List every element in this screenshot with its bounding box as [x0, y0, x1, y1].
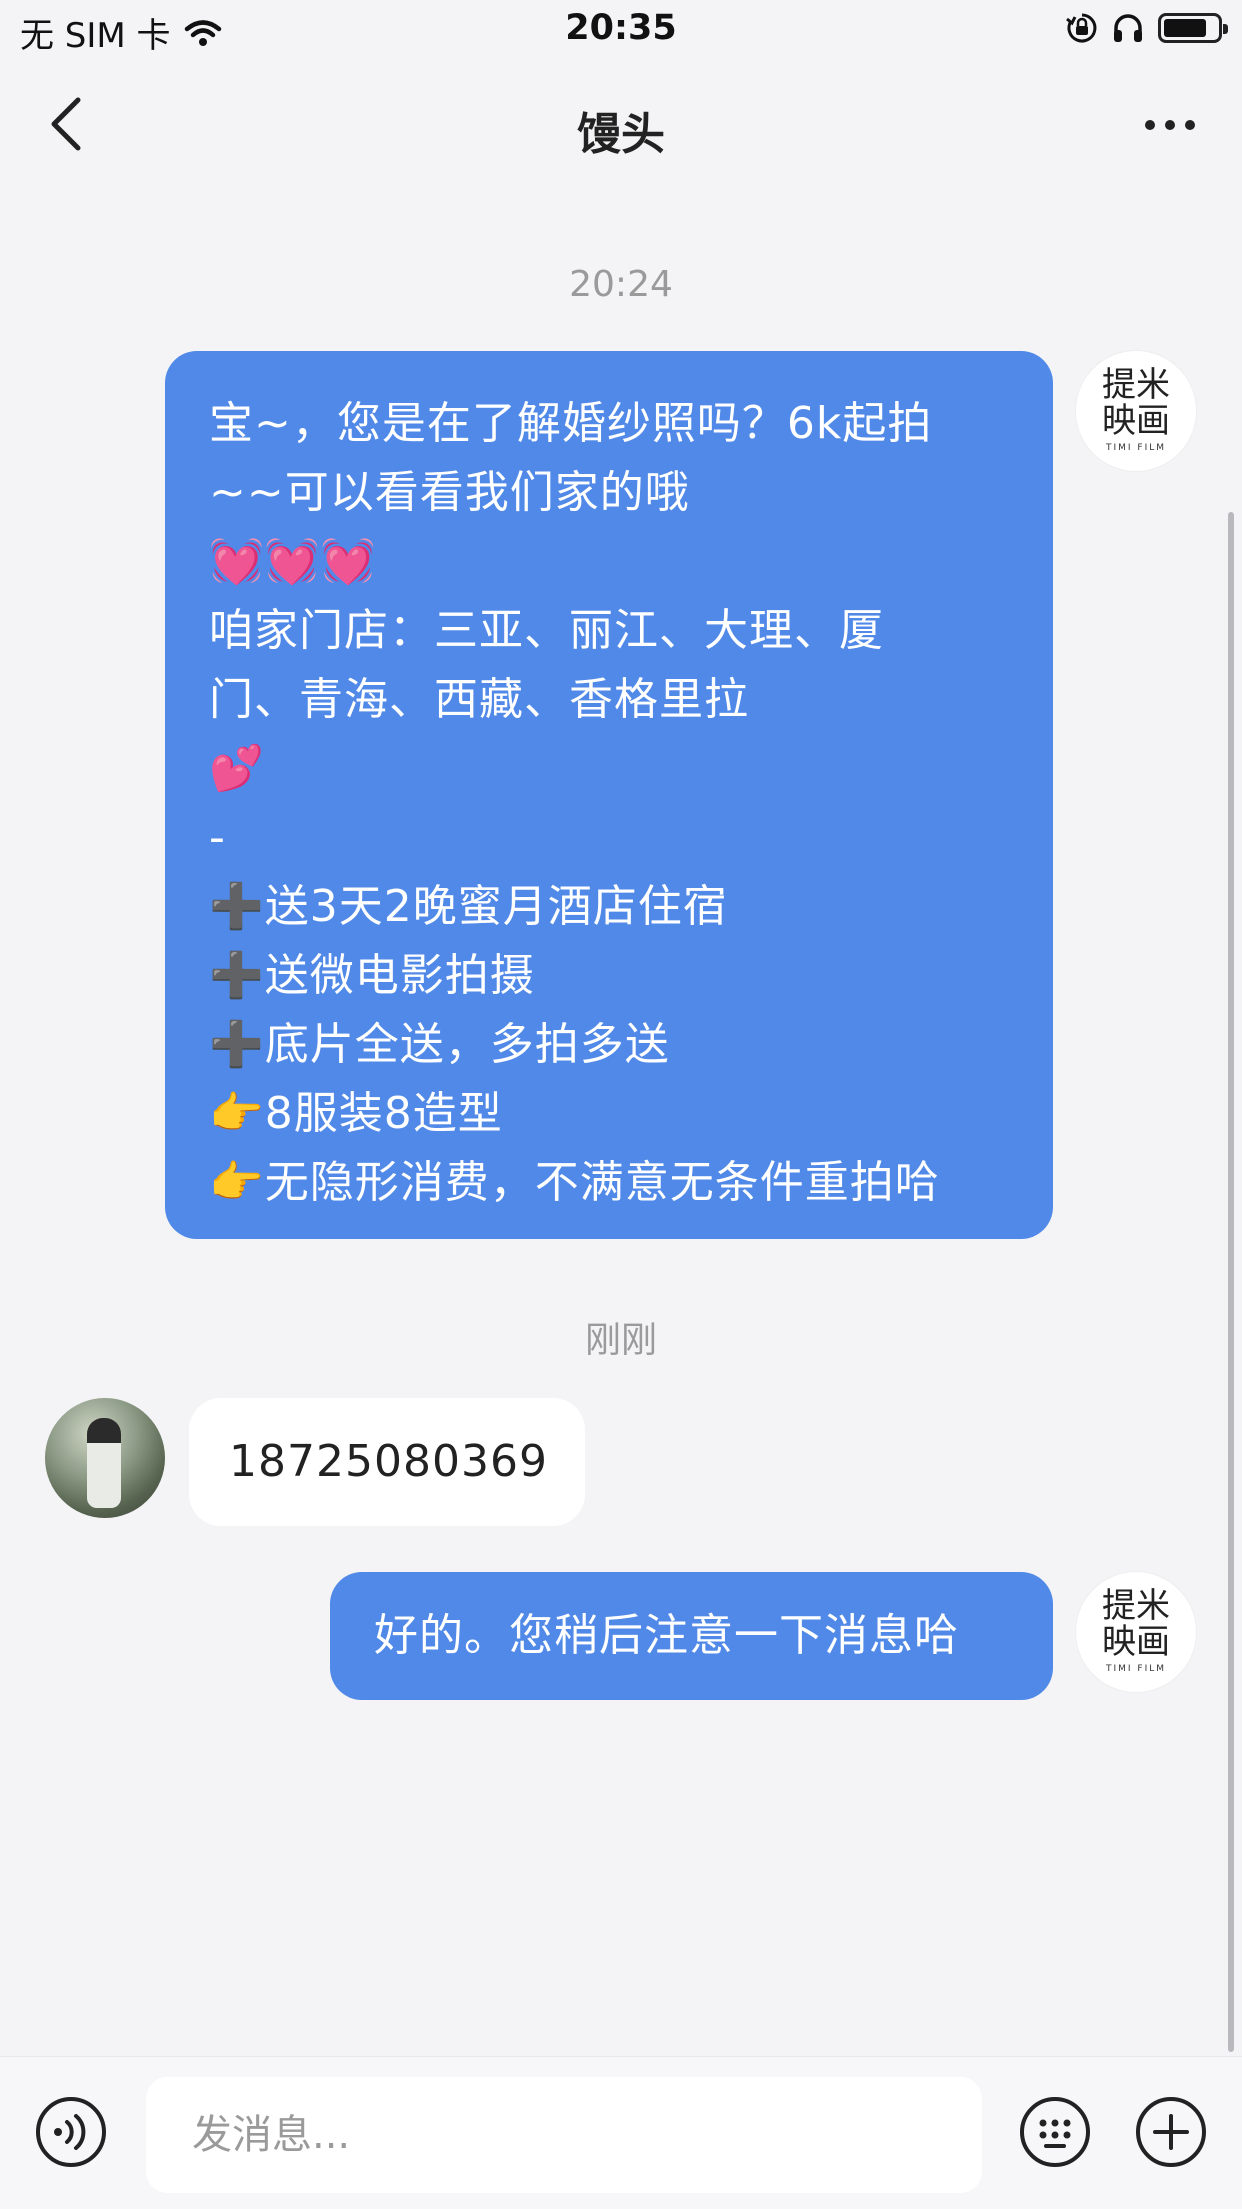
outgoing-message-bubble[interactable]: 宝~，您是在了解婚纱照吗？6k起拍 ~~可以看看我们家的哦 💓💓💓 咱家门店：三… — [165, 351, 1053, 1239]
headphones-icon — [1114, 14, 1142, 42]
avatar-logo-line2: 映画 — [1102, 401, 1170, 441]
scrollbar[interactable] — [1228, 512, 1234, 2052]
more-dots-icon[interactable] — [1130, 100, 1210, 150]
orientation-lock-icon — [1066, 13, 1097, 43]
plus-icon[interactable] — [1134, 2095, 1208, 2169]
avatar[interactable]: 提米 映画 TIMI FILM — [1076, 351, 1196, 471]
avatar-logo-line2: 映画 — [1102, 1622, 1170, 1662]
battery-icon — [1158, 13, 1228, 43]
incoming-message-bubble[interactable]: 18725080369 — [189, 1398, 585, 1526]
status-bar: 无 SIM 卡 20:35 — [0, 0, 1242, 62]
message-timestamp: 20:24 — [569, 264, 673, 305]
status-time: 20:35 — [565, 8, 677, 48]
emoji-icon[interactable] — [1018, 2095, 1092, 2169]
avatar-logo-line1: 提米 — [1102, 1586, 1170, 1626]
message-timestamp: 刚刚 — [584, 1320, 657, 1361]
outgoing-message-bubble[interactable]: 好的。您稍后注意一下消息哈 — [330, 1572, 1053, 1700]
message-input-bar — [0, 2056, 1242, 2209]
message-text: 宝~，您是在了解婚纱照吗？6k起拍 ~~可以看看我们家的哦 💓💓💓 咱家门店：三… — [209, 398, 940, 1208]
avatar-logo-line1: 提米 — [1102, 365, 1170, 405]
nav-bar: 馒头 — [0, 70, 1242, 180]
status-icons — [1066, 12, 1228, 44]
avatar-logo-line3: TIMI FILM — [1105, 1664, 1167, 1674]
avatar-logo-line3: TIMI FILM — [1105, 443, 1167, 453]
message-text: 18725080369 — [229, 1436, 548, 1487]
chat-title: 馒头 — [577, 109, 665, 160]
avatar-photo — [87, 1418, 121, 1508]
voice-icon[interactable] — [34, 2095, 108, 2169]
message-text: 好的。您稍后注意一下消息哈 — [374, 1610, 959, 1661]
avatar[interactable] — [45, 1398, 165, 1518]
avatar[interactable]: 提米 映画 TIMI FILM — [1076, 1572, 1196, 1692]
message-input[interactable] — [146, 2077, 982, 2193]
